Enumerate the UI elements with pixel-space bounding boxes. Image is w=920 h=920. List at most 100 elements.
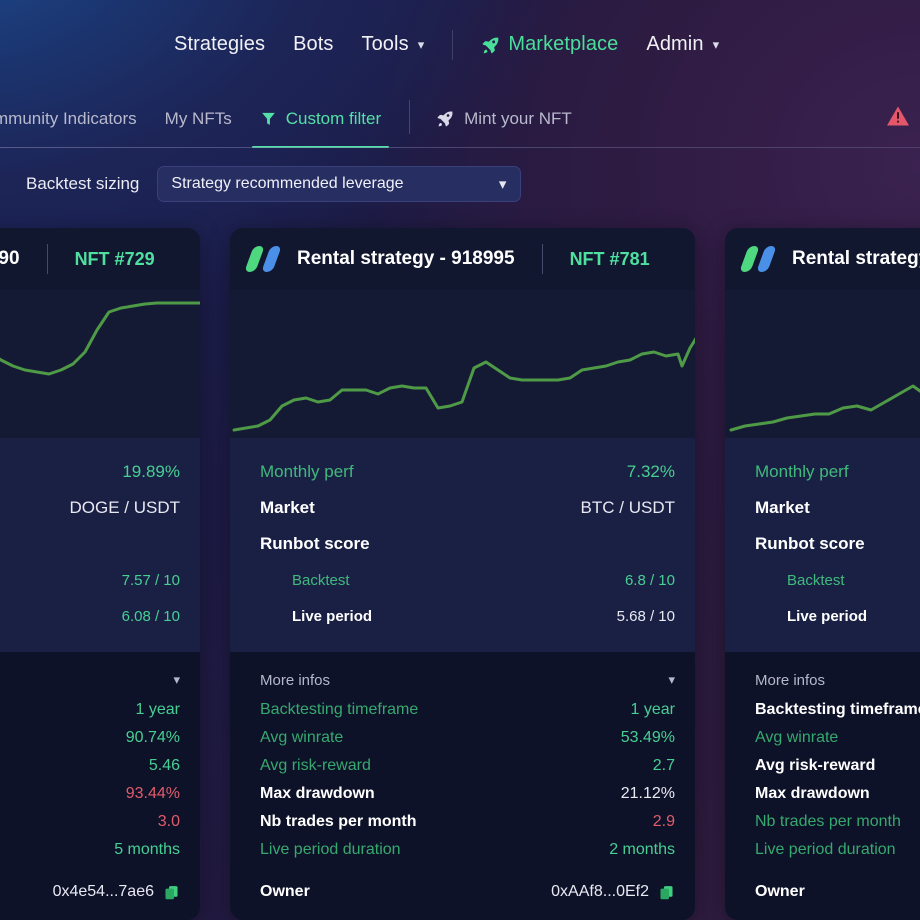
more-info-label: Live period duration xyxy=(260,841,401,858)
stat-row: Live period xyxy=(755,598,920,634)
stat-row: Backtest 6.8 / 10 xyxy=(260,562,675,598)
sub-tab-custom-filter[interactable]: Custom filter xyxy=(246,89,395,148)
stat-row: Backtest7.57 / 10 xyxy=(0,562,180,598)
nav-item-label: Admin xyxy=(646,33,704,55)
stat-value: DOGE / USDT xyxy=(69,498,180,517)
more-info-label: Nb trades per month xyxy=(260,813,417,830)
owner-label: Owner xyxy=(755,883,805,900)
backtest-sizing-select[interactable]: Strategy recommended leverage xyxy=(157,166,522,202)
more-info-label: Backtesting timeframe xyxy=(755,701,920,718)
stat-value: 6.8 / 10 xyxy=(624,571,675,589)
nav-item-label: Strategies xyxy=(174,33,266,55)
stat-value: 6.08 / 10 xyxy=(121,607,180,625)
card-nft-id[interactable]: NFT #781 xyxy=(570,249,650,270)
sub-nav-rule xyxy=(0,147,920,148)
more-info-label: Avg risk-reward xyxy=(755,757,876,774)
more-info-row: Avg winrate90.74% xyxy=(0,724,180,752)
card-stats: Monthly perf Market Runbot score Backtest Li… xyxy=(725,438,920,652)
card-title: Rental strategy - 918995 xyxy=(297,248,515,269)
stat-row: Runbot score xyxy=(260,526,675,562)
more-info-value: 93.44% xyxy=(125,785,180,802)
stat-row: Monthly perf xyxy=(755,454,920,490)
more-info-value: 2.9 xyxy=(652,813,675,830)
copy-icon[interactable] xyxy=(163,884,180,901)
more-info-row: Avg winrate xyxy=(755,724,920,752)
more-info-label: Max drawdown xyxy=(755,785,870,802)
more-infos-label: More infos xyxy=(755,671,826,689)
more-info-row: Nb trades per month3.0 xyxy=(0,808,180,836)
backtest-sizing-label: Backtest sizing xyxy=(26,174,140,193)
more-info-value: 53.49% xyxy=(620,729,675,746)
more-info-value: 2 months xyxy=(609,841,675,858)
copy-icon[interactable] xyxy=(658,884,675,901)
stat-row: Market xyxy=(755,490,920,526)
nav-item-label: Bots xyxy=(293,33,334,55)
filter-bar: Backtest sizing Strategy recommended lev… xyxy=(0,148,920,220)
chevron-down-icon xyxy=(418,37,425,53)
stat-value: 19.89% xyxy=(122,462,180,481)
chart-line xyxy=(729,384,920,432)
more-info-row: Avg risk-reward5.46 xyxy=(0,752,180,780)
warning-triangle-icon[interactable] xyxy=(886,105,910,132)
sub-tab-my-nfts[interactable]: My NFTs xyxy=(151,89,246,148)
more-info-row: Live period duration5 months xyxy=(0,836,180,864)
more-info-row: Backtesting timeframe 1 year xyxy=(260,696,675,724)
more-infos-toggle[interactable]: More infos xyxy=(260,664,675,696)
nav-item-admin[interactable]: Admin xyxy=(632,33,733,56)
more-info-row: Nb trades per month 2.9 xyxy=(260,808,675,836)
more-info-value: 1 year xyxy=(630,701,675,718)
stat-label: Backtest xyxy=(787,571,845,589)
more-infos-label: More infos xyxy=(260,671,331,689)
nav-item-tools[interactable]: Tools xyxy=(347,33,438,56)
performance-chart xyxy=(230,290,695,438)
more-info-value: 1 year xyxy=(135,701,180,718)
stat-row: Live period6.08 / 10 xyxy=(0,598,180,634)
chart-line xyxy=(0,301,200,376)
performance-chart xyxy=(0,290,200,438)
chevron-down-icon xyxy=(499,175,507,193)
strategy-card[interactable]: Rental strategy - 918990 NFT #729 Monthly … xyxy=(0,228,200,920)
more-info-label: Avg winrate xyxy=(260,729,344,746)
chevron-down-icon xyxy=(713,37,720,53)
strategy-card[interactable]: Rental strategy - 918995 NFT #781 Monthly … xyxy=(230,228,695,920)
stat-value: 5.68 / 10 xyxy=(616,607,675,625)
more-infos-toggle[interactable]: More infos xyxy=(0,664,180,696)
more-info-row: Nb trades per month xyxy=(755,808,920,836)
nav-item-bots[interactable]: Bots xyxy=(279,33,347,56)
more-info-label: Backtesting timeframe xyxy=(260,701,419,718)
performance-chart xyxy=(725,290,920,438)
more-info-label: Avg risk-reward xyxy=(260,757,371,774)
sub-tab-community-indicators[interactable]: mmunity Indicators xyxy=(0,89,151,148)
stat-label: Runbot score xyxy=(755,534,865,553)
more-info-value: 5 months xyxy=(114,841,180,858)
sub-tab-label: Mint your NFT xyxy=(464,108,572,128)
more-info-row: Live period duration xyxy=(755,836,920,864)
top-navigation: Strategies Bots Tools Marketplace Admin xyxy=(0,0,920,89)
owner-label: Owner xyxy=(260,883,310,900)
card-header: Rental strategy - 918995 NFT #781 xyxy=(230,228,695,290)
stat-row: Backtest xyxy=(755,562,920,598)
stat-row: MarketDOGE / USDT xyxy=(0,490,180,526)
card-nft-id[interactable]: NFT #729 xyxy=(75,249,155,270)
card-title: Rental strategy - 918990 xyxy=(0,248,20,269)
chevron-down-icon[interactable] xyxy=(668,672,675,688)
owner-value: 0x4e54...7ae6 xyxy=(53,883,180,901)
stat-label: Live period xyxy=(292,607,373,625)
stat-label: Market xyxy=(260,498,315,517)
stat-row: Monthly perf 7.32% xyxy=(260,454,675,490)
more-info-value: 90.74% xyxy=(125,729,180,746)
sub-nav-divider xyxy=(409,99,411,134)
rocket-icon xyxy=(481,35,501,55)
sub-tab-mint-your-nft[interactable]: Mint your NFT xyxy=(422,89,586,148)
strategy-card[interactable]: Rental strategy - 918996NFT #805 Monthly … xyxy=(725,228,920,920)
stat-value: 7.57 / 10 xyxy=(121,571,180,589)
nav-divider xyxy=(452,29,454,60)
owner-row: Owner xyxy=(755,876,920,908)
chevron-down-icon[interactable] xyxy=(173,672,180,688)
more-infos-toggle[interactable]: More infos xyxy=(755,664,920,696)
card-header: Rental strategy - 918996NFT #805 xyxy=(725,228,920,290)
runbot-logo-icon xyxy=(244,246,284,272)
stat-label: Monthly perf xyxy=(755,462,849,481)
nav-item-strategies[interactable]: Strategies xyxy=(160,33,279,56)
nav-item-marketplace[interactable]: Marketplace xyxy=(467,33,632,56)
